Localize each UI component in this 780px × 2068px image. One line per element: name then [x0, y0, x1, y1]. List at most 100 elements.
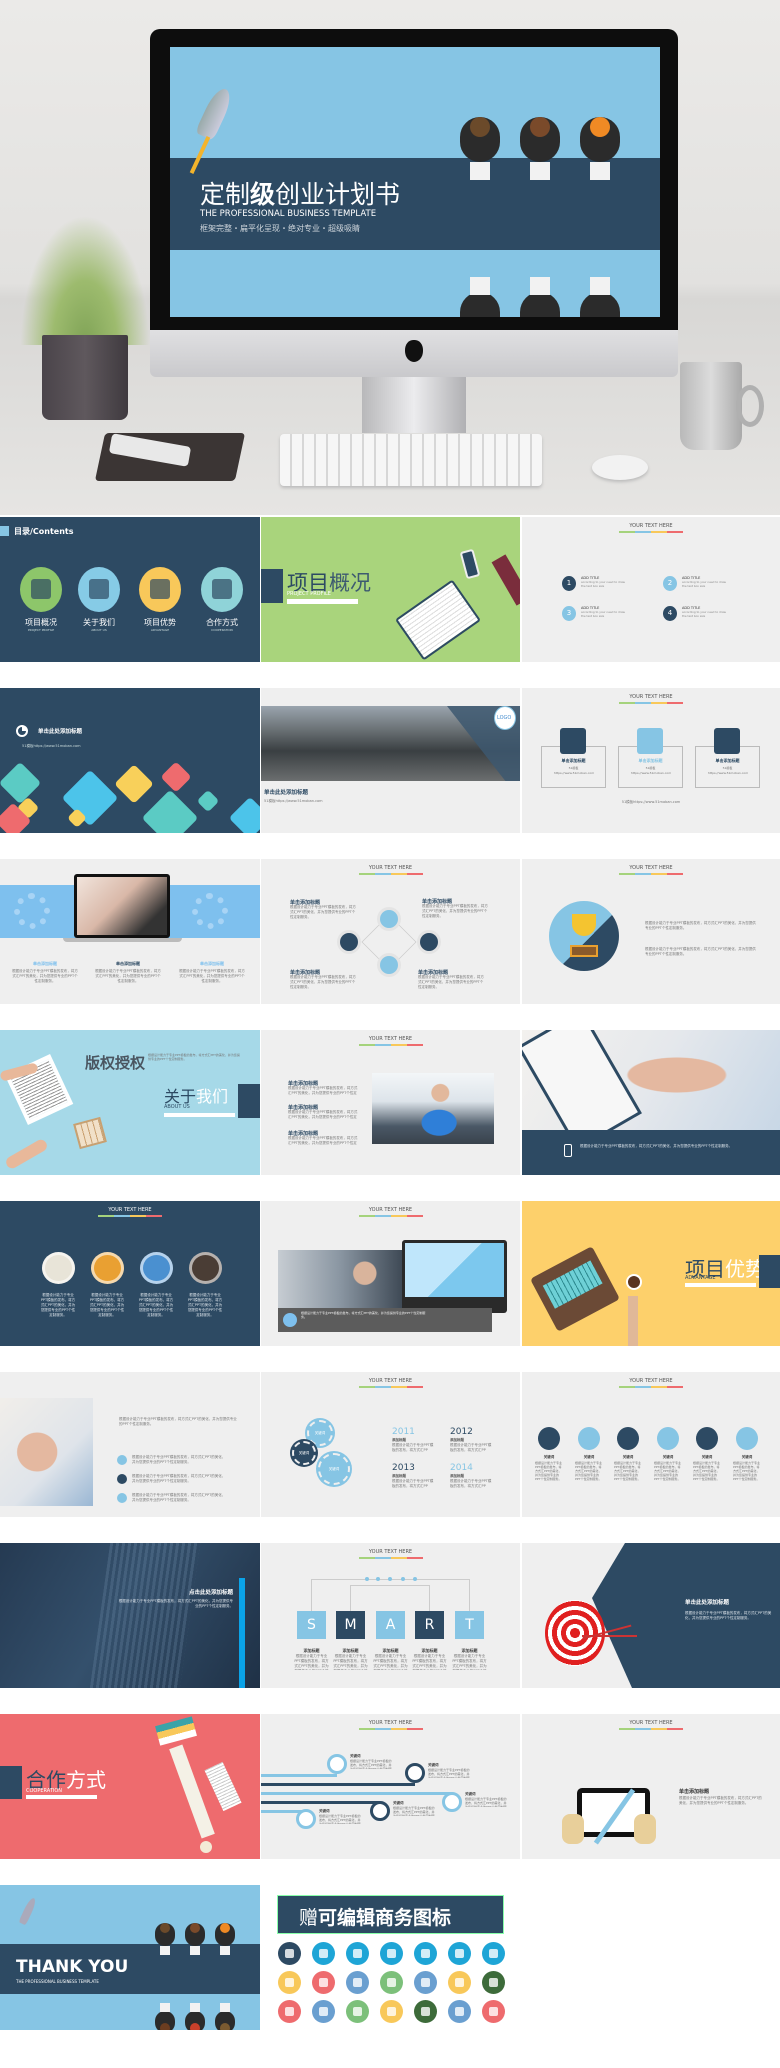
slide-smart[interactable]: YOUR TEXT HERE S 添加标题 根据设计能力于专业PPT模板的发布，将方… — [261, 1543, 520, 1688]
person-head — [190, 2023, 200, 2030]
sidebar-item-3[interactable] — [201, 567, 243, 612]
trophy-circle — [549, 901, 619, 971]
bicycle-icon — [448, 1942, 471, 1965]
icons-title: 赠可编辑商务图标 — [299, 1903, 451, 1930]
slide-header-text: YOUR TEXT HERE — [629, 523, 673, 529]
slide-diamonds[interactable]: 单击此处添加标题 51模板https://www.51moban.com — [0, 688, 260, 833]
icon-label: 关键词 — [741, 1455, 753, 1459]
lock-icon — [117, 1474, 127, 1484]
slide-target[interactable]: 单击此处添加标题 根据设计能力于专业PPT模板的发布，将方式汇PPT的美化，并为… — [522, 1543, 780, 1688]
slide-pipes[interactable]: YOUR TEXT HERE 关键词 根据设计能力于专业PPT模板的发布，将方式汇… — [261, 1714, 520, 1859]
section-block — [238, 1084, 260, 1118]
smart-letter-m: M — [336, 1611, 365, 1639]
section-title-part: 我们 — [196, 1087, 229, 1106]
smart-letter-s: S — [297, 1611, 326, 1639]
hero-title: 定制级创业计划书 — [200, 175, 400, 211]
sidebar-item-0[interactable] — [20, 567, 62, 612]
icon-glyph — [455, 2007, 464, 2016]
icon-glyph — [387, 1978, 396, 1987]
paper-icon — [220, 2003, 230, 2012]
document-magnifier-icon — [89, 579, 109, 599]
plant-pot — [42, 335, 128, 420]
person-head — [530, 117, 550, 137]
box-url: https://www.51moban.com — [553, 771, 595, 775]
slide-diamond-icons[interactable]: YOUR TEXT HERE 单击添加标题 根据设计能力于专业PPT模板的发布，将… — [261, 859, 520, 1004]
slide-gears-timeline[interactable]: YOUR TEXT HERE 关键词 关键词 关键词 2011 添加标题 根据设计能力于… — [261, 1372, 520, 1517]
paragraph: 根据设计能力于专业PPT模板的发布，将方式汇PPT的美化，并为您提供专业的PPT… — [645, 921, 756, 930]
logo-text: LOGO — [497, 715, 512, 721]
icon-text: 根据设计能力于专业PPT模板的发布，将方式汇PPT的美化，并为您提供专业的PPT… — [693, 1461, 721, 1481]
slide-title: 点击此处添加标题 — [188, 1590, 233, 1596]
icon-glyph — [285, 2007, 294, 2016]
monitor-display — [405, 1243, 504, 1297]
laptop-icon — [530, 1246, 620, 1332]
slide-header: YOUR TEXT HERE — [261, 1207, 520, 1217]
icon-glyph — [421, 2007, 430, 2016]
slide-medals[interactable]: YOUR TEXT HERE 根据设计能力于专业PPT模板的发布，将方式汇PPT… — [0, 1201, 260, 1346]
thank-you-subtitle: THE PROFESSIONAL BUSINESS TEMPLATE — [16, 1979, 99, 1984]
item-desc: according to your need to draw the text … — [682, 610, 726, 618]
sidebar-item-2[interactable] — [139, 567, 181, 612]
section-subtitle: ABOUT US — [164, 1104, 190, 1110]
url-text: 51模板https://www.51moban.com — [22, 744, 81, 748]
icon-glyph — [285, 1978, 294, 1987]
thank-you-title: THANK YOU — [16, 1957, 129, 1977]
icon-glyph — [489, 1949, 498, 1958]
slide-header: YOUR TEXT HERE — [522, 865, 780, 875]
icon-glyph — [489, 2007, 498, 2016]
slide-header: YOUR TEXT HERE — [261, 1549, 520, 1559]
sync-icon — [657, 1427, 679, 1450]
header-underline — [358, 1557, 423, 1559]
slide-header-text: YOUR TEXT HERE — [368, 1207, 413, 1213]
slide-team[interactable]: YOUR TEXT HERE 单击添加标题 根据设计能力于专业PPT模板的发布，将… — [261, 1030, 520, 1175]
slide-handshake[interactable]: 根据设计能力于专业PPT模板的发布，将方式汇PPT的美化，并为您提供专业的PPT… — [522, 1030, 780, 1175]
flag-icon — [696, 1427, 718, 1450]
mug-icon — [680, 362, 742, 450]
hand — [634, 1814, 656, 1844]
icon-glyph — [387, 2007, 396, 2016]
icon-glyph — [353, 1949, 362, 1958]
slide-header: YOUR TEXT HERE — [522, 1720, 780, 1730]
slide-trophy[interactable]: YOUR TEXT HERE 根据设计能力于专业PPT模板的发布，将方式汇PPT… — [522, 859, 780, 1004]
slide-three-boxes[interactable]: YOUR TEXT HERE 单击添加标题 51模板 https://www.51m… — [522, 688, 780, 833]
slide-tablet-growth[interactable]: YOUR TEXT HERE 单击添加标题 根据设计能力于专业PPT模板的发布，… — [522, 1714, 780, 1859]
slide-handshake-list[interactable]: 根据设计能力于专业PPT模板的发布，将方式汇PPT的美化，并为您提供专业的PPT… — [0, 1372, 260, 1517]
header-underline — [98, 1215, 162, 1217]
number-badge: 3 — [562, 606, 576, 621]
header-underline — [358, 1386, 423, 1388]
smart-letter-a: A — [376, 1611, 405, 1639]
slide-advantage[interactable]: 项目优势 ADVANTAGE — [522, 1201, 780, 1346]
slide-monitor[interactable]: YOUR TEXT HERE 根据设计能力于专业PPT模板的发布，将方式汇PPT… — [261, 1201, 520, 1346]
accent-bar — [239, 1578, 245, 1688]
white-bar — [26, 1795, 97, 1799]
slide-six-icons[interactable]: YOUR TEXT HERE 关键词 根据设计能力于专业PPT模板的发布，将方式汇… — [522, 1372, 780, 1517]
pipe-node — [370, 1801, 390, 1821]
slide-city[interactable]: LOGO 单击此处添加标题 51模板https://www.51moban.co… — [261, 688, 520, 833]
slide-thank-you[interactable]: THANK YOU THE PROFESSIONAL BUSINESS TEMP… — [0, 1885, 260, 2030]
box-title: 单击添加标题 — [561, 758, 586, 763]
slide-about-us[interactable]: 版权授权 根据设计能力于专业PPT模板的发布，将方式汇PPT的美化，并为您提供专… — [0, 1030, 260, 1175]
hero-subtitle: THE PROFESSIONAL BUSINESS TEMPLATE — [200, 209, 377, 219]
slide-project-profile[interactable]: 项目概况 PROJECT PROFILE — [261, 517, 520, 662]
slide-contents[interactable]: 目录/Contents 项目概况 PROJECT PROFILE 关于我们 ABOUT… — [0, 517, 260, 662]
sidebar-item-1[interactable] — [78, 567, 120, 612]
year-label: 2013 — [392, 1463, 415, 1473]
paragraph: 根据设计能力于专业PPT模板的发布，将方式汇PPT的美化，并为您提供专业的PPT… — [119, 1417, 237, 1426]
slide-buildings[interactable]: 点击此处添加标题 根据设计能力于专业PPT模板的发布，将方式汇PPT的美化，并为… — [0, 1543, 260, 1688]
column-text: 根据设计能力于专业PPT模板的发布，将方式汇PPT的美化，并为您提供专业的PPT… — [95, 969, 161, 983]
slide-laptop[interactable]: 单击添加标题 根据设计能力于专业PPT模板的发布，将方式汇PPT的美化，并为您提供… — [0, 859, 260, 1004]
slide-header: YOUR TEXT HERE — [261, 1720, 520, 1730]
rocket-icon — [194, 85, 236, 141]
calculator-icon — [73, 1116, 107, 1150]
logo-badge: LOGO — [494, 706, 516, 730]
slide-numbered-list[interactable]: YOUR TEXT HERE 1 ADD TITLE according to yo… — [522, 517, 780, 662]
person-icon — [460, 292, 500, 317]
person-head — [160, 1923, 170, 1933]
number-badge: 1 — [562, 576, 576, 591]
money-icon — [380, 1971, 403, 1994]
paper-icon — [160, 1945, 170, 1955]
slide-cooperation[interactable]: 合作方式 COOPERATION — [0, 1714, 260, 1859]
hand-coin-icon — [482, 1971, 505, 1994]
diamond-shape — [0, 761, 42, 805]
header-underline — [358, 1044, 423, 1046]
